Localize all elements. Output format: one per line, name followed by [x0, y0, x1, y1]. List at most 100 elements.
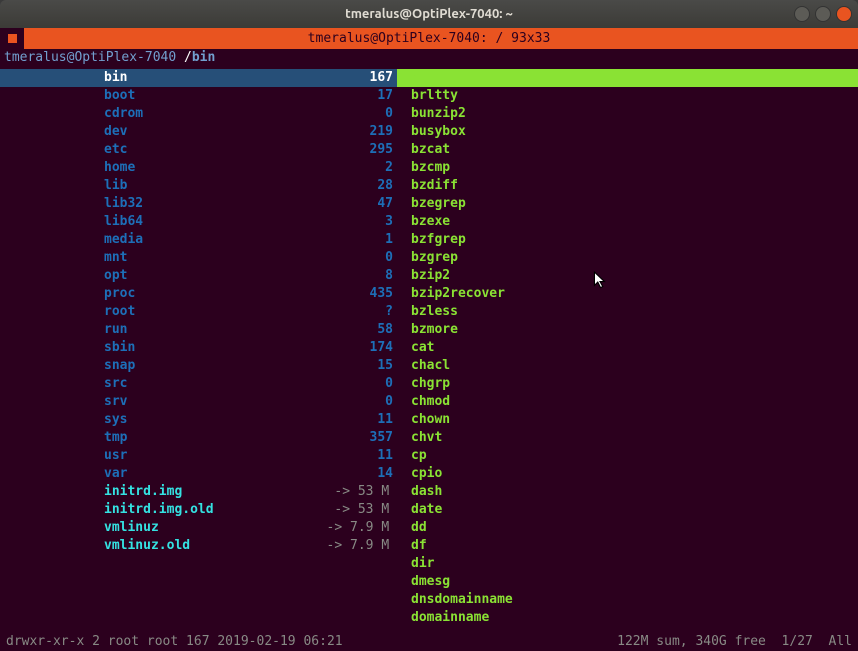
left-row[interactable]: vmlinuz.old -> 7.9 M: [0, 537, 397, 555]
right-row[interactable]: bzexe: [397, 213, 858, 231]
right-row[interactable]: bzip2recover: [397, 285, 858, 303]
file-name: date: [411, 501, 442, 519]
left-row[interactable]: vmlinuz -> 7.9 M: [0, 519, 397, 537]
left-row[interactable]: root?: [0, 303, 397, 321]
right-row[interactable]: bzfgrep: [397, 231, 858, 249]
right-row[interactable]: dir: [397, 555, 858, 573]
file-name: bzegrep: [411, 195, 466, 213]
right-row[interactable]: bzdiff: [397, 177, 858, 195]
file-count: 3: [337, 213, 397, 231]
left-row[interactable]: boot17: [0, 87, 397, 105]
left-row[interactable]: var 14: [0, 465, 397, 483]
right-row[interactable]: cpio: [397, 465, 858, 483]
left-row[interactable]: run58: [0, 321, 397, 339]
left-row[interactable]: snap15: [0, 357, 397, 375]
left-row[interactable]: opt8: [0, 267, 397, 285]
symlink-target: -> 7.9 M: [327, 519, 397, 537]
left-row[interactable]: usr11: [0, 447, 397, 465]
close-button[interactable]: [836, 6, 852, 22]
left-row[interactable]: sbin174: [0, 339, 397, 357]
file-name: src: [104, 375, 127, 393]
file-count: 357: [337, 429, 397, 447]
status-free: 340G free: [695, 633, 765, 651]
file-count: 17: [337, 87, 397, 105]
terminal-area[interactable]: tmeralus@OptiPlex-7040 /bin bin167boot17…: [0, 49, 858, 651]
left-row[interactable]: tmp 357: [0, 429, 397, 447]
left-row[interactable]: etc295: [0, 141, 397, 159]
left-row[interactable]: mnt0: [0, 249, 397, 267]
file-count: 219: [337, 123, 397, 141]
left-row[interactable]: proc 435: [0, 285, 397, 303]
file-name: cdrom: [104, 105, 143, 123]
right-row[interactable]: chown: [397, 411, 858, 429]
minimize-button[interactable]: [794, 6, 810, 22]
file-name: opt: [104, 267, 127, 285]
left-row[interactable]: initrd.img.old-> 53 M: [0, 501, 397, 519]
left-row[interactable]: src0: [0, 375, 397, 393]
right-row[interactable]: bzcat: [397, 141, 858, 159]
file-name: var: [104, 465, 127, 483]
right-row[interactable]: dnsdomainname: [397, 591, 858, 609]
symlink-target: -> 7.9 M: [327, 537, 397, 555]
symlink-target: -> 53 M: [334, 483, 397, 501]
left-row[interactable]: lib3247: [0, 195, 397, 213]
file-name: chacl: [411, 357, 450, 375]
right-row[interactable]: busybox: [397, 123, 858, 141]
left-row[interactable]: sys11: [0, 411, 397, 429]
left-row[interactable]: initrd.img-> 53 M: [0, 483, 397, 501]
file-count: 0: [337, 105, 397, 123]
pane-indicator-icon: [0, 28, 24, 49]
file-name: root: [104, 303, 135, 321]
file-name: dnsdomainname: [411, 591, 513, 609]
right-row[interactable]: dd: [397, 519, 858, 537]
right-row[interactable]: chacl: [397, 357, 858, 375]
right-row[interactable]: chgrp: [397, 375, 858, 393]
file-name: bzdiff: [411, 177, 458, 195]
file-name: bzgrep: [411, 249, 458, 267]
file-name: bunzip2: [411, 105, 466, 123]
left-row[interactable]: home2: [0, 159, 397, 177]
left-row[interactable]: lib28: [0, 177, 397, 195]
right-pane[interactable]: bashbrlttybunzip2busyboxbzcatbzcmpbzdiff…: [397, 67, 858, 627]
left-row[interactable]: bin167: [0, 69, 397, 87]
right-row[interactable]: chmod: [397, 393, 858, 411]
file-name: vmlinuz: [104, 519, 159, 537]
right-row[interactable]: bzegrep: [397, 195, 858, 213]
right-row[interactable]: bzmore: [397, 321, 858, 339]
right-row[interactable]: dash: [397, 483, 858, 501]
maximize-button[interactable]: [815, 6, 831, 22]
left-row[interactable]: cdrom 0: [0, 105, 397, 123]
left-row[interactable]: dev219: [0, 123, 397, 141]
file-name: mnt: [104, 249, 127, 267]
right-row[interactable]: cat: [397, 339, 858, 357]
right-row[interactable]: domainname: [397, 609, 858, 627]
file-name: bzless: [411, 303, 458, 321]
right-row[interactable]: bzcmp: [397, 159, 858, 177]
right-row[interactable]: bunzip2: [397, 105, 858, 123]
right-row[interactable]: cp: [397, 447, 858, 465]
file-name: vmlinuz.old: [104, 537, 190, 555]
file-count: 167: [337, 69, 397, 87]
file-name: bzmore: [411, 321, 458, 339]
right-row[interactable]: bzgrep: [397, 249, 858, 267]
left-pane[interactable]: bin167boot17cdrom 0dev219etc295home2lib28…: [0, 67, 397, 627]
file-name: run: [104, 321, 127, 339]
left-row[interactable]: lib643: [0, 213, 397, 231]
right-row[interactable]: dmesg: [397, 573, 858, 591]
right-row[interactable]: bzless: [397, 303, 858, 321]
left-row[interactable]: media1: [0, 231, 397, 249]
left-row[interactable]: srv0: [0, 393, 397, 411]
right-row[interactable]: bash: [397, 69, 858, 87]
file-name: media: [104, 231, 143, 249]
file-name: proc: [104, 285, 135, 303]
right-row[interactable]: chvt: [397, 429, 858, 447]
status-pos: 1/27: [782, 633, 813, 651]
right-row[interactable]: brltty: [397, 87, 858, 105]
file-count: 14: [337, 465, 397, 483]
status-date: 2019-02-19: [217, 633, 295, 651]
right-row[interactable]: date: [397, 501, 858, 519]
right-row[interactable]: df: [397, 537, 858, 555]
right-row[interactable]: bzip2: [397, 267, 858, 285]
file-name: tmp: [104, 429, 127, 447]
file-count: 435: [337, 285, 397, 303]
